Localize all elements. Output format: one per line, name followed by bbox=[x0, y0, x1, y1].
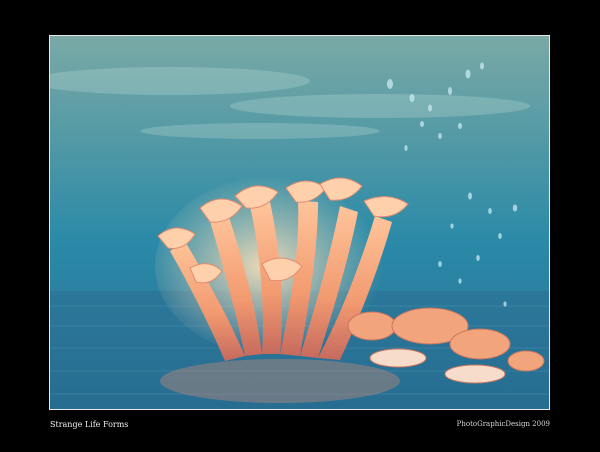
artist-credit: PhotoGraphicDesign 2009 bbox=[456, 420, 550, 428]
underwater-scene bbox=[50, 36, 549, 409]
artwork-frame bbox=[49, 35, 550, 410]
coral-reflection bbox=[160, 359, 400, 403]
artwork-title: Strange Life Forms bbox=[50, 420, 129, 429]
